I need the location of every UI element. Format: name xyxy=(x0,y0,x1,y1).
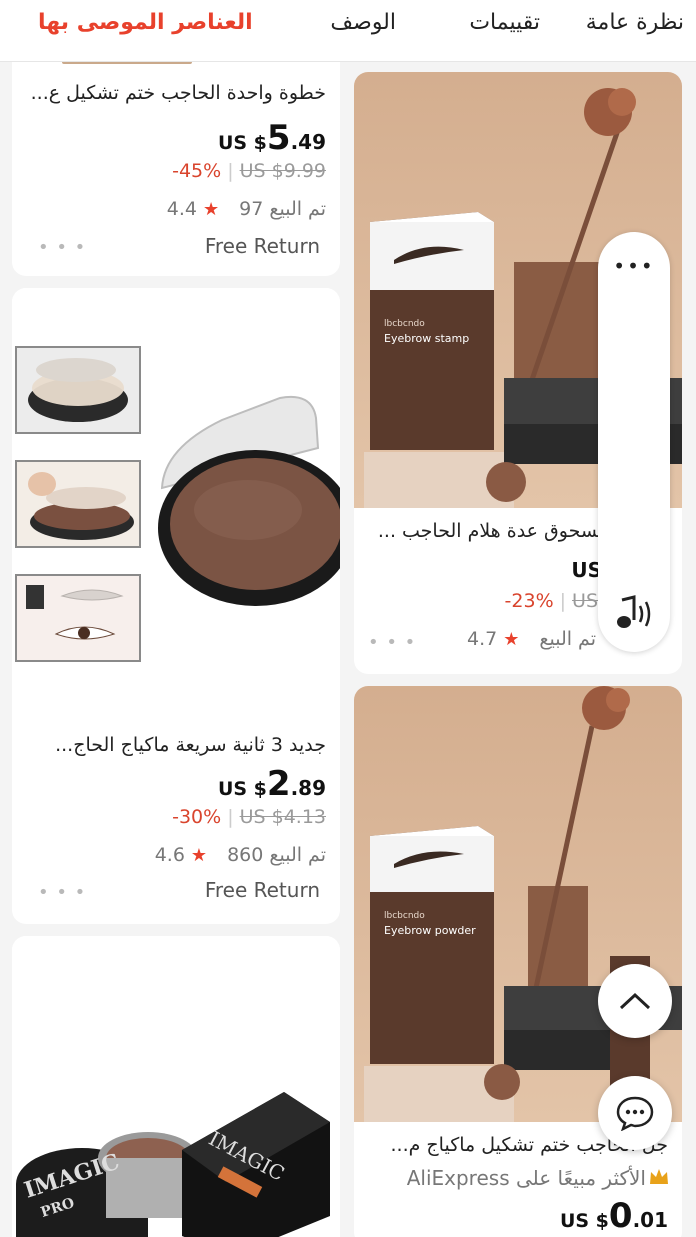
sold-count: 97 تم البيع xyxy=(239,198,326,220)
sold-count: 860 تم البيع xyxy=(227,844,326,866)
product-image[interactable] xyxy=(12,288,340,718)
rating-value: 4.6 xyxy=(154,844,185,866)
discount-badge: -45% xyxy=(172,160,222,182)
more-icon[interactable]: ••• xyxy=(598,254,670,278)
thumbnail-open-compact xyxy=(15,346,141,434)
thumbnail-stamp-press xyxy=(15,460,141,548)
original-price: US $4.13 xyxy=(239,806,326,828)
more-icon[interactable]: • • • xyxy=(368,632,416,653)
more-icon[interactable]: • • • xyxy=(38,237,86,258)
product-image[interactable]: lbcbcndo Eyebrow powder xyxy=(354,686,682,1122)
product-card[interactable]: lbcbcndo Eyebrow powder جل الحاجب ختم تش… xyxy=(354,686,682,1237)
product-card[interactable]: IMAGIC PRO IMAGIC xyxy=(12,936,340,1237)
product-title[interactable]: مسحوق عدة هلام الحاجب ... xyxy=(368,520,608,542)
product-image[interactable]: IMAGIC PRO IMAGIC xyxy=(12,936,340,1237)
rating-row: 4.7 ★ تم البيع xyxy=(467,628,596,650)
rating-row: 4.6 ★ 860 تم البيع xyxy=(155,844,326,866)
rating-value: 4.7 xyxy=(467,628,498,650)
free-return-label: Free Return xyxy=(204,878,320,902)
product-title[interactable]: جديد 3 ثانية سريعة ماكياج الحاج... xyxy=(26,734,326,756)
sold-count: تم البيع xyxy=(539,628,596,650)
discount-badge: -30% xyxy=(172,806,222,828)
star-icon: ★ xyxy=(203,199,220,220)
product-box: lbcbcndo Eyebrow powder xyxy=(370,826,494,1064)
discount-row: -45% | US $9.99 xyxy=(172,160,326,182)
tab-reviews[interactable]: تقييمات xyxy=(469,10,540,35)
svg-text:Eyebrow stamp: Eyebrow stamp xyxy=(384,332,469,345)
star-icon: ★ xyxy=(503,629,520,650)
discount-row: -30% | US $4.13 xyxy=(172,806,326,828)
free-return-label: Free Return xyxy=(204,234,320,258)
svg-text:Eyebrow powder: Eyebrow powder xyxy=(384,924,476,937)
original-price: US xyxy=(572,590,598,612)
product-image-edge xyxy=(62,62,192,64)
product-box: lbcbcndo Eyebrow stamp xyxy=(370,212,494,450)
product-title[interactable]: خطوة واحدة الحاجب ختم تشكيل ع... xyxy=(26,82,326,104)
left-column: خطوة واحدة الحاجب ختم تشكيل ع... US $5.4… xyxy=(0,62,354,1237)
original-price: US $9.99 xyxy=(239,160,326,182)
rating-row: 4.4 ★ 97 تم البيع xyxy=(167,198,326,220)
product-price: US $5.49 xyxy=(217,118,326,158)
thumbnail-eye xyxy=(15,574,141,662)
chevron-up-icon xyxy=(619,992,651,1010)
sound-button[interactable] xyxy=(612,594,658,634)
chat-button[interactable] xyxy=(598,1076,672,1150)
svg-text:lbcbcndo: lbcbcndo xyxy=(384,319,425,329)
music-note-icon xyxy=(617,595,651,628)
chat-bubble-icon xyxy=(616,1096,654,1131)
crown-icon xyxy=(648,1166,670,1188)
best-seller-label: الأكثر مبيعًا على AliExpress xyxy=(406,1166,646,1190)
rating-value: 4.4 xyxy=(166,198,198,220)
tab-overview[interactable]: نظرة عامة xyxy=(586,10,684,35)
svg-text:lbcbcndo: lbcbcndo xyxy=(384,911,425,921)
floating-tools-panel: ••• xyxy=(598,232,670,652)
more-icon[interactable]: • • • xyxy=(38,882,86,903)
tab-recommended[interactable]: العناصر الموصى بها xyxy=(38,10,253,35)
tab-description[interactable]: الوصف xyxy=(330,10,396,35)
product-price: US $2.89 xyxy=(217,764,326,804)
product-price: US $0.01 xyxy=(559,1196,668,1236)
discount-row: -23% | US xyxy=(504,590,598,612)
sound-waves-icon xyxy=(638,605,644,623)
star-icon: ★ xyxy=(190,845,208,866)
tab-bar: نظرة عامة تقييمات الوصف العناصر الموصى ب… xyxy=(0,0,696,62)
product-card[interactable]: جديد 3 ثانية سريعة ماكياج الحاج... US $2… xyxy=(12,288,340,924)
product-card[interactable]: خطوة واحدة الحاجب ختم تشكيل ع... US $5.4… xyxy=(12,62,340,276)
scroll-to-top-button[interactable] xyxy=(598,964,672,1038)
discount-badge: -23% xyxy=(504,590,554,612)
